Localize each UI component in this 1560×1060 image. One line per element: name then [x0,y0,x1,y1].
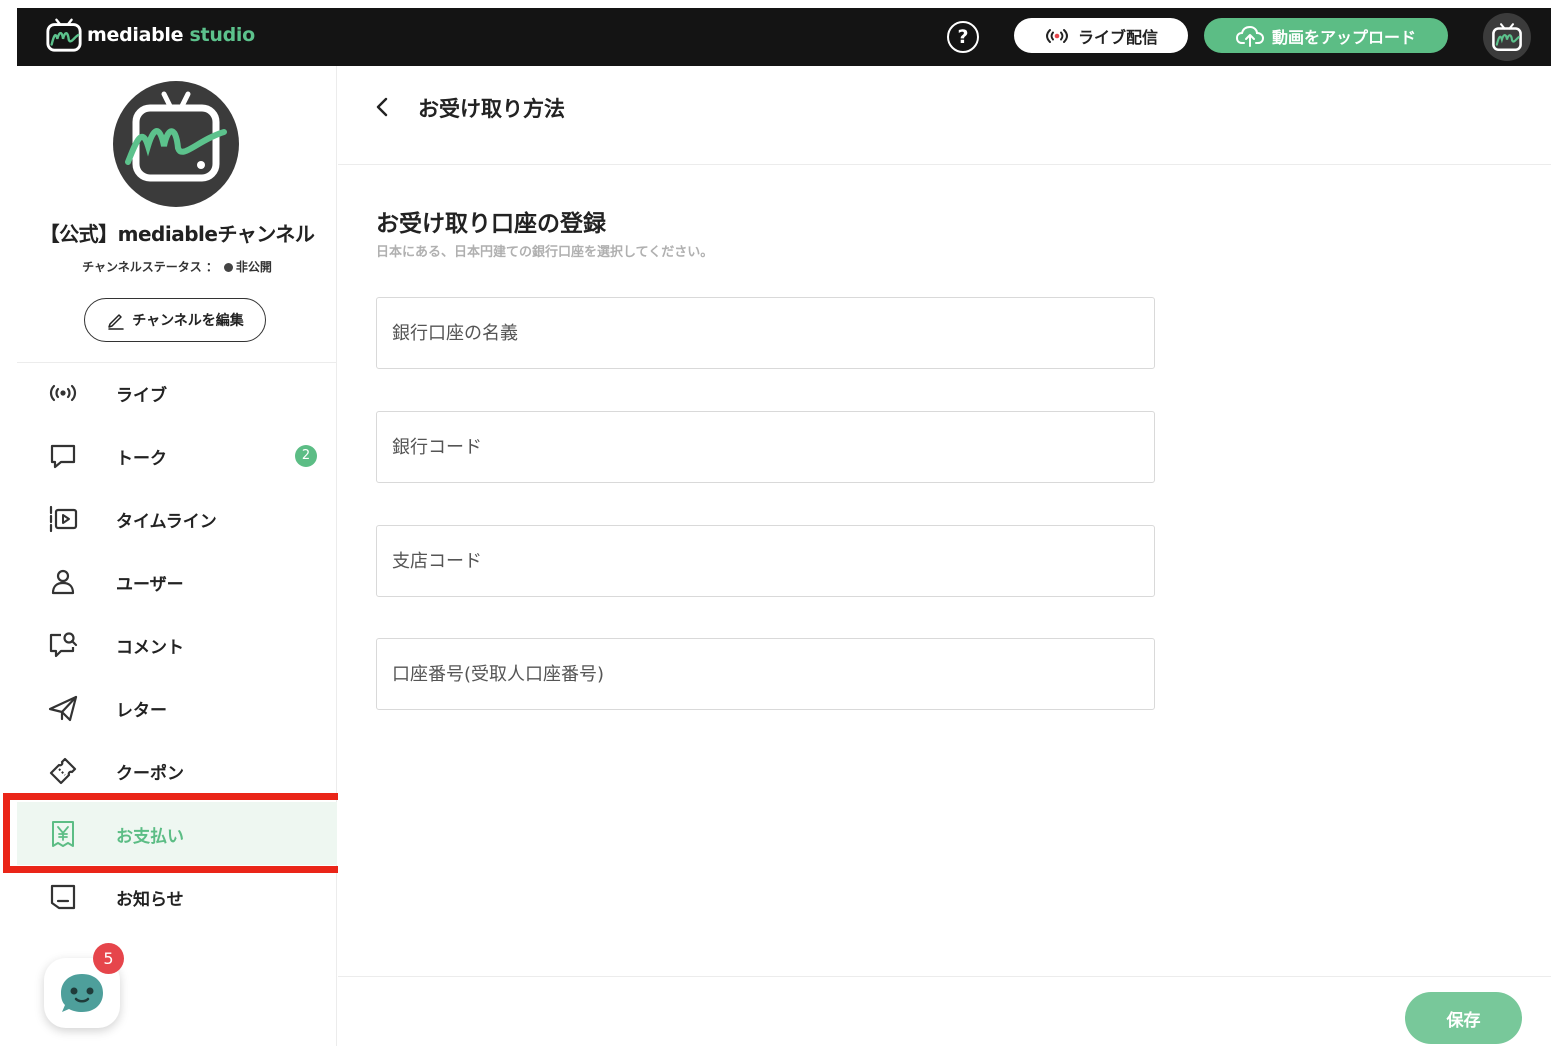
upload-video-button[interactable]: 動画をアップロード [1204,18,1448,53]
footer-divider [338,976,1551,977]
tv-logo-icon [46,18,82,52]
save-button[interactable]: 保存 [1405,992,1522,1044]
live-broadcast-icon [49,384,77,402]
sidebar-item-label: コメント [116,638,184,658]
status-dot-icon [223,263,233,272]
robot-chat-icon [61,974,103,1012]
upload-video-label: 動画をアップロード [1271,27,1416,47]
page-title: お受け取り方法 [418,97,565,121]
branch-code-input[interactable] [376,525,1155,597]
sidebar-item-comments[interactable]: コメント [17,613,337,676]
brand-logo[interactable]: mediable studio [45,15,255,55]
section-subtitle: 日本にある、日本円建ての銀行口座を選択してください。 [376,245,714,260]
live-broadcast-icon [1045,28,1068,43]
user-icon [51,569,75,595]
edit-channel-label: チャンネルを編集 [132,313,244,329]
cloud-upload-icon [1235,25,1264,47]
sidebar-item-live[interactable]: ライブ [17,361,337,424]
pencil-icon [108,314,124,330]
sidebar-item-label: ユーザー [116,575,184,595]
account-avatar[interactable] [1483,13,1531,61]
unread-badge: 2 [295,445,317,467]
channel-status-value: 非公開 [235,260,272,274]
channel-logo-icon [113,81,239,207]
notice-icon [50,884,76,910]
tv-avatar-icon [1492,23,1522,52]
edit-channel-button[interactable]: チャンネルを編集 [84,298,266,342]
sidebar-item-label: トーク [116,449,167,469]
sidebar-item-label: お知らせ [116,890,184,910]
sidebar-item-users[interactable]: ユーザー [17,550,337,613]
brand-name: mediable studio [87,24,255,46]
section-title: お受け取り口座の登録 [376,211,606,237]
sidebar: 【公式】mediableチャンネル チャンネルステータス ： 非公開 チャンネルを… [17,66,337,1046]
chat-notification-badge: 5 [93,943,124,974]
sidebar-item-letter[interactable]: レター [17,676,337,739]
top-header: mediable studio ? ライブ配信 動画をアップロード [17,8,1551,66]
main-content: お受け取り方法 お受け取り口座の登録 日本にある、日本円建ての銀行口座を選択して… [338,66,1551,1046]
timeline-icon [49,505,78,533]
back-chevron-icon[interactable] [370,94,394,120]
chat-bubble-icon [50,444,76,469]
yen-receipt-icon [52,821,74,847]
sidebar-item-news[interactable]: お知らせ [17,865,337,928]
sidebar-item-label: レター [116,701,167,721]
paper-plane-icon [48,695,78,722]
live-stream-label: ライブ配信 [1077,27,1158,47]
channel-status-label: チャンネルステータス ： [82,260,218,274]
sidebar-item-label: タイムライン [116,512,217,532]
sidebar-item-label: お支払い [116,827,184,847]
comment-search-icon [49,632,78,658]
sidebar-item-coupon[interactable]: クーポン [17,739,337,802]
sidebar-item-label: ライブ [116,386,167,406]
channel-name: 【公式】mediableチャンネル [39,222,315,246]
help-icon[interactable]: ? [947,21,979,53]
title-divider [338,164,1551,165]
sidebar-item-timeline[interactable]: タイムライン [17,487,337,550]
channel-status: チャンネルステータス ： 非公開 [17,258,337,275]
sidebar-item-talk[interactable]: トーク 2 [17,424,337,487]
bank-code-input[interactable] [376,411,1155,483]
sidebar-item-label: クーポン [116,764,184,784]
ticket-icon [49,757,77,785]
account-name-input[interactable] [376,297,1155,369]
account-number-input[interactable] [376,638,1155,710]
sidebar-item-payment[interactable]: お支払い [17,802,337,865]
live-stream-button[interactable]: ライブ配信 [1014,18,1188,53]
